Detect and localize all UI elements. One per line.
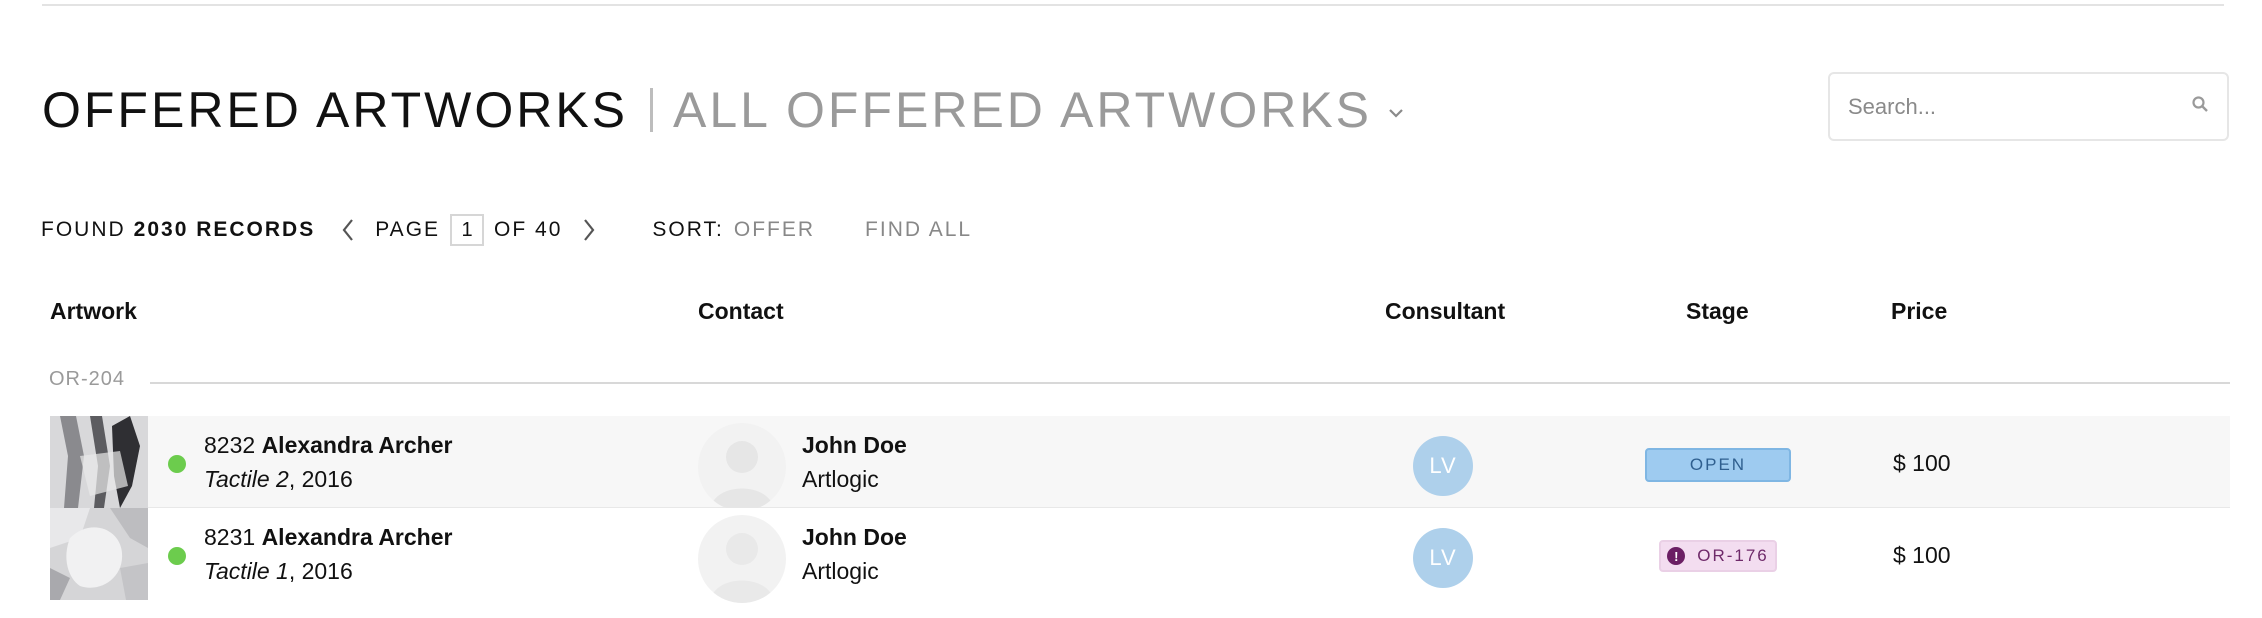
page-label: PAGE xyxy=(375,218,441,241)
artwork-year: , 2016 xyxy=(288,558,353,584)
stage-badge[interactable]: OPEN xyxy=(1645,448,1791,482)
view-selector[interactable]: ALL OFFERED ARTWORKS xyxy=(673,81,1372,139)
artwork-title-year: Tactile 2, 2016 xyxy=(204,466,353,493)
contact-name[interactable]: John Doe xyxy=(802,432,907,459)
page-header: OFFERED ARTWORKS ALL OFFERED ARTWORKS xyxy=(42,70,1404,150)
artwork-thumbnail[interactable] xyxy=(50,416,148,508)
avatar[interactable] xyxy=(698,423,786,511)
artwork-thumbnail[interactable] xyxy=(50,508,148,600)
title-separator xyxy=(650,88,654,132)
next-page-icon[interactable] xyxy=(576,215,602,245)
artwork-title-year: Tactile 1, 2016 xyxy=(204,558,353,585)
search-input[interactable] xyxy=(1848,93,2191,120)
artwork-id-artist[interactable]: 8231 Alexandra Archer xyxy=(204,524,452,551)
search-box[interactable] xyxy=(1828,72,2229,141)
stage-badge[interactable]: ! OR-176 xyxy=(1659,540,1777,572)
avatar[interactable] xyxy=(698,515,786,603)
table-row[interactable]: 8232 Alexandra Archer Tactile 2, 2016 Jo… xyxy=(50,416,2230,511)
artist-name: Alexandra Archer xyxy=(261,524,453,550)
stage-reference: OR-176 xyxy=(1697,546,1769,565)
group-label: OR-204 xyxy=(49,368,126,390)
results-toolbar: FOUND 2030 RECORDS PAGE OF 40 SORT: OFFE… xyxy=(41,210,972,250)
artist-name: Alexandra Archer xyxy=(261,432,453,458)
search-icon[interactable] xyxy=(2191,95,2209,118)
status-indicator xyxy=(168,547,186,565)
consultant-avatar[interactable]: LV xyxy=(1413,528,1473,588)
page-total: OF 40 xyxy=(494,218,563,241)
artwork-title: Tactile 1 xyxy=(204,558,289,584)
table-row[interactable]: 8231 Alexandra Archer Tactile 1, 2016 Jo… xyxy=(50,508,2230,603)
group-divider xyxy=(150,382,2230,384)
chevron-down-icon[interactable] xyxy=(1388,106,1404,124)
found-label: FOUND xyxy=(41,218,126,241)
page-number-input[interactable] xyxy=(450,214,485,246)
price-value: $ 100 xyxy=(1893,450,1951,476)
consultant-avatar[interactable]: LV xyxy=(1413,436,1473,496)
column-header-contact[interactable]: Contact xyxy=(698,298,784,325)
artwork-number: 8231 xyxy=(204,524,256,550)
artwork-number: 8232 xyxy=(204,432,256,458)
sort-dropdown[interactable]: OFFER xyxy=(734,218,815,242)
column-header-price[interactable]: Price xyxy=(1891,298,1947,325)
prev-page-icon[interactable] xyxy=(335,215,361,245)
column-header-stage[interactable]: Stage xyxy=(1686,298,1749,325)
sort-label: SORT: xyxy=(652,218,724,241)
contact-organization: Artlogic xyxy=(802,466,879,492)
status-indicator xyxy=(168,455,186,473)
price-value: $ 100 xyxy=(1893,542,1951,568)
find-all-button[interactable]: FIND ALL xyxy=(865,218,972,242)
alert-icon: ! xyxy=(1667,547,1686,565)
page-title: OFFERED ARTWORKS xyxy=(42,82,629,138)
top-divider xyxy=(42,4,2224,6)
contact-organization: Artlogic xyxy=(802,558,879,584)
column-header-consultant[interactable]: Consultant xyxy=(1385,298,1505,325)
artwork-title: Tactile 2 xyxy=(204,466,289,492)
contact-name[interactable]: John Doe xyxy=(802,524,907,551)
records-count: 2030 RECORDS xyxy=(133,218,316,241)
column-header-artwork[interactable]: Artwork xyxy=(50,298,137,325)
artwork-id-artist[interactable]: 8232 Alexandra Archer xyxy=(204,432,452,459)
artwork-year: , 2016 xyxy=(288,466,353,492)
